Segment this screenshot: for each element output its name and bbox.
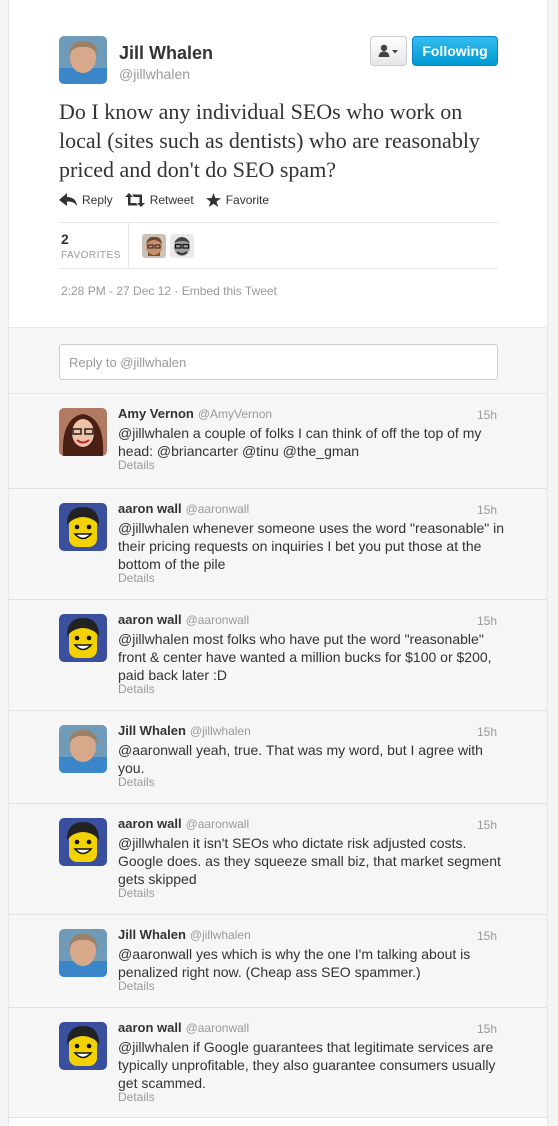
reply-timestamp[interactable]: 15h: [477, 725, 497, 739]
favorite-label: Favorite: [225, 193, 270, 207]
tweet-actions: Reply Retweet Favorite: [59, 193, 281, 207]
reply-text: @jillwhalen it isn't SEOs who dictate ri…: [118, 835, 501, 887]
reply-author[interactable]: aaron wall @aaronwall: [118, 501, 249, 516]
reply-author[interactable]: aaron wall @aaronwall: [118, 1020, 249, 1035]
favoriters: [142, 234, 194, 258]
reply-author-name[interactable]: aaron wall: [118, 816, 182, 831]
star-icon: [205, 193, 221, 207]
reply-text: @jillwhalen most folks who have put the …: [118, 631, 492, 683]
reply-timestamp[interactable]: 15h: [477, 1022, 497, 1036]
main-tweet: Jill Whalen @jillwhalen Following Do I k…: [9, 0, 547, 328]
tweet-stats: 2 FAVORITES: [59, 222, 498, 269]
retweet-action[interactable]: Retweet: [124, 193, 194, 207]
reply-author-handle[interactable]: @aaronwall: [186, 1021, 250, 1035]
user-actions-button[interactable]: [370, 36, 407, 66]
reply-author-handle[interactable]: @jillwhalen: [190, 928, 251, 942]
reply-tweet[interactable]: aaron wall @aaronwall 15h @jillwhalen if Go…: [9, 1008, 547, 1118]
reply-tweet[interactable]: aaron wall @aaronwall 15h @jillwhalen whene…: [9, 489, 547, 600]
tweet-text: Do I know any individual SEOs who work o…: [59, 99, 480, 182]
details-link[interactable]: Details: [118, 458, 155, 472]
reply-timestamp[interactable]: 15h: [477, 929, 497, 943]
reply-author-handle[interactable]: @AmyVernon: [198, 407, 272, 421]
retweet-icon: [124, 193, 145, 207]
user-dropdown-icon: [378, 44, 398, 57]
reply-tweet[interactable]: Jill Whalen @jillwhalen 15h @aaronwall yes …: [9, 915, 547, 1008]
reply-timestamp[interactable]: 15h: [477, 408, 497, 422]
reply-timestamp[interactable]: 15h: [477, 503, 497, 517]
reply-author[interactable]: Amy Vernon @AmyVernon: [118, 406, 272, 421]
details-link[interactable]: Details: [118, 682, 155, 696]
reply-text: @jillwhalen if Google guarantees that le…: [118, 1039, 496, 1091]
reply-tweet[interactable]: Amy Vernon @AmyVernon 15h @jillwhalen a cou…: [9, 394, 547, 489]
reply-author[interactable]: aaron wall @aaronwall: [118, 816, 249, 831]
avatar[interactable]: [59, 36, 107, 84]
reply-action[interactable]: Reply: [59, 193, 113, 207]
avatar[interactable]: [59, 929, 107, 977]
meta-separator: ·: [174, 284, 182, 298]
stats-divider: [128, 223, 129, 269]
reply-tweet[interactable]: aaron wall @aaronwall 15h @jillwhalen most …: [9, 600, 547, 711]
reply-text: @aaronwall yes which is why the one I'm …: [118, 946, 471, 980]
reply-box: Reply to @jillwhalen: [9, 328, 547, 394]
reply-author-name[interactable]: Jill Whalen: [118, 723, 186, 738]
tweet-meta: 2:28 PM - 27 Dec 12 · Embed this Tweet: [61, 284, 277, 298]
retweet-label: Retweet: [149, 193, 194, 207]
reply-author[interactable]: Jill Whalen @jillwhalen: [118, 723, 251, 738]
details-link[interactable]: Details: [118, 1090, 155, 1104]
embed-tweet-link[interactable]: Embed this Tweet: [182, 284, 277, 298]
avatar[interactable]: [59, 614, 107, 662]
tweet-timestamp[interactable]: 2:28 PM - 27 Dec 12: [61, 284, 171, 298]
details-link[interactable]: Details: [118, 979, 155, 993]
reply-author[interactable]: Jill Whalen @jillwhalen: [118, 927, 251, 942]
favorites-count[interactable]: 2: [61, 231, 69, 247]
tweet-card: Jill Whalen @jillwhalen Following Do I k…: [8, 0, 548, 1126]
reply-author-name[interactable]: aaron wall: [118, 1020, 182, 1035]
reply-author-name[interactable]: Jill Whalen: [118, 927, 186, 942]
avatar[interactable]: [59, 408, 107, 456]
favoriter-avatar[interactable]: [170, 234, 194, 258]
reply-text: @aaronwall yeah, true. That was my word,…: [118, 742, 483, 776]
avatar[interactable]: [59, 503, 107, 551]
reply-text: @jillwhalen whenever someone uses the wo…: [118, 520, 505, 572]
favoriter-avatar[interactable]: [142, 234, 166, 258]
replies-list: Amy Vernon @AmyVernon 15h @jillwhalen a cou…: [9, 394, 547, 1118]
reply-tweet[interactable]: aaron wall @aaronwall 15h @jillwhalen it is…: [9, 804, 547, 915]
details-link[interactable]: Details: [118, 886, 155, 900]
reply-author-handle[interactable]: @aaronwall: [186, 613, 250, 627]
avatar[interactable]: [59, 1022, 107, 1070]
following-button[interactable]: Following: [412, 36, 498, 66]
reply-timestamp[interactable]: 15h: [477, 614, 497, 628]
reply-tweet[interactable]: Jill Whalen @jillwhalen 15h @aaronwall yeah…: [9, 711, 547, 804]
details-link[interactable]: Details: [118, 775, 155, 789]
avatar[interactable]: [59, 818, 107, 866]
reply-icon: [59, 193, 77, 206]
reply-author-name[interactable]: aaron wall: [118, 612, 182, 627]
reply-author-handle[interactable]: @aaronwall: [186, 502, 250, 516]
author-handle[interactable]: @jillwhalen: [119, 66, 190, 82]
author-name[interactable]: Jill Whalen: [119, 43, 213, 64]
details-link[interactable]: Details: [118, 571, 155, 585]
reply-author-name[interactable]: aaron wall: [118, 501, 182, 516]
reply-author-handle[interactable]: @aaronwall: [186, 817, 250, 831]
avatar[interactable]: [59, 725, 107, 773]
reply-author-name[interactable]: Amy Vernon: [118, 406, 194, 421]
favorites-label: FAVORITES: [61, 250, 121, 261]
reply-label: Reply: [82, 193, 113, 207]
reply-text: @jillwhalen a couple of folks I can thin…: [118, 425, 482, 459]
reply-input[interactable]: Reply to @jillwhalen: [59, 344, 498, 380]
reply-author[interactable]: aaron wall @aaronwall: [118, 612, 249, 627]
favorite-action[interactable]: Favorite: [205, 193, 270, 207]
reply-author-handle[interactable]: @jillwhalen: [190, 724, 251, 738]
reply-timestamp[interactable]: 15h: [477, 818, 497, 832]
